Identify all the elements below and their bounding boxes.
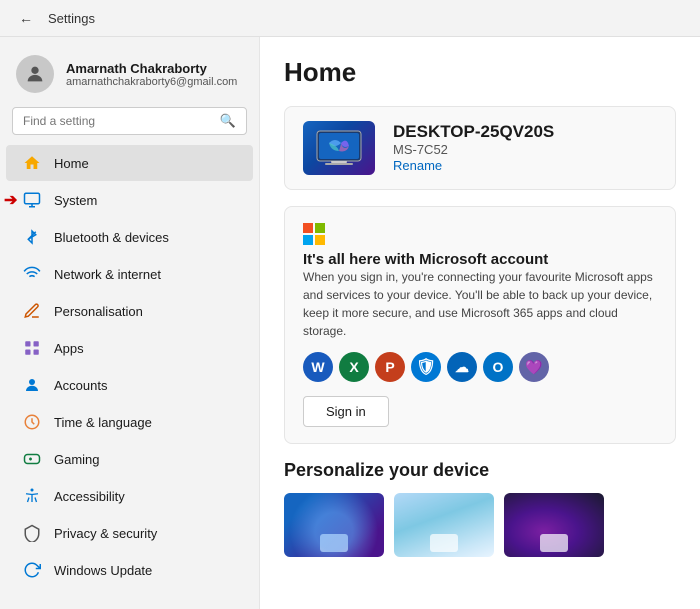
titlebar: ← Settings (0, 0, 700, 37)
sidebar-item-personalisation[interactable]: Personalisation (6, 293, 253, 329)
user-section[interactable]: Amarnath Chakraborty amarnathchakraborty… (0, 45, 259, 107)
update-icon (22, 560, 42, 580)
sidebar-item-label-time: Time & language (54, 415, 152, 430)
user-info: Amarnath Chakraborty amarnathchakraborty… (66, 61, 237, 88)
signin-button[interactable]: Sign in (303, 396, 389, 427)
sidebar-item-system[interactable]: ➔ System (6, 182, 253, 218)
back-button[interactable]: ← (14, 8, 38, 28)
sidebar-item-label-apps: Apps (54, 341, 84, 356)
main-content: Home DESKTOP-25QV20S MS- (260, 37, 700, 609)
apps-icon (22, 338, 42, 358)
bluetooth-icon (22, 227, 42, 247)
system-icon (22, 190, 42, 210)
time-icon (22, 412, 42, 432)
sidebar-item-time[interactable]: Time & language (6, 404, 253, 440)
sidebar-item-label-accessibility: Accessibility (54, 489, 125, 504)
sidebar-item-network[interactable]: Network & internet (6, 256, 253, 292)
sidebar-item-accounts[interactable]: Accounts (6, 367, 253, 403)
search-bar[interactable]: 🔍 (12, 107, 247, 135)
device-model: MS-7C52 (393, 142, 554, 157)
privacy-icon (22, 523, 42, 543)
arrow-indicator: ➔ (4, 190, 17, 210)
sidebar-item-label-privacy: Privacy & security (54, 526, 157, 541)
search-input[interactable] (23, 114, 214, 128)
ms-apps-row: W X P 🛡 ☁ O 💜 (303, 352, 657, 382)
sidebar-item-label-update: Windows Update (54, 563, 152, 578)
sidebar-item-label-accounts: Accounts (54, 378, 107, 393)
personalize-section: Personalize your device (284, 460, 676, 557)
sidebar-item-apps[interactable]: Apps (6, 330, 253, 366)
home-icon (22, 153, 42, 173)
sidebar-item-label-home: Home (54, 156, 89, 171)
search-icon: 🔍 (220, 113, 236, 129)
sidebar-item-label-network: Network & internet (54, 267, 161, 282)
device-card: DESKTOP-25QV20S MS-7C52 Rename (284, 106, 676, 190)
nav-list: Home ➔ System Bluetooth & devices Network & … (0, 145, 259, 588)
personalisation-icon (22, 301, 42, 321)
sidebar-item-privacy[interactable]: Privacy & security (6, 515, 253, 551)
sidebar-item-update[interactable]: Windows Update (6, 552, 253, 588)
wallpaper-row (284, 493, 676, 557)
device-name: DESKTOP-25QV20S (393, 122, 554, 142)
onedrive-icon: ☁ (447, 352, 477, 382)
sidebar-item-label-personalisation: Personalisation (54, 304, 143, 319)
ms-card-header (303, 223, 657, 245)
microsoft-logo (303, 223, 325, 245)
sidebar: Amarnath Chakraborty amarnathchakraborty… (0, 37, 260, 609)
sidebar-item-label-gaming: Gaming (54, 452, 100, 467)
ms-card-title: It's all here with Microsoft account (303, 251, 657, 268)
excel-icon: X (339, 352, 369, 382)
titlebar-title: Settings (48, 11, 95, 26)
device-thumbnail (303, 121, 375, 175)
sidebar-item-home[interactable]: Home (6, 145, 253, 181)
wallpaper-thumb-2[interactable] (394, 493, 494, 557)
rename-link[interactable]: Rename (393, 158, 442, 173)
sidebar-item-accessibility[interactable]: Accessibility (6, 478, 253, 514)
user-email: amarnathchakraborty6@gmail.com (66, 76, 237, 88)
sidebar-item-bluetooth[interactable]: Bluetooth & devices (6, 219, 253, 255)
user-name: Amarnath Chakraborty (66, 61, 237, 76)
avatar (16, 55, 54, 93)
powerpoint-icon: P (375, 352, 405, 382)
sidebar-item-label-bluetooth: Bluetooth & devices (54, 230, 169, 245)
outlook-icon: O (483, 352, 513, 382)
ms-account-card: It's all here with Microsoft account Whe… (284, 206, 676, 444)
teams-icon: 💜 (519, 352, 549, 382)
sidebar-item-label-system: System (54, 193, 97, 208)
defender-icon: 🛡 (411, 352, 441, 382)
wallpaper-thumb-3[interactable] (504, 493, 604, 557)
gaming-icon (22, 449, 42, 469)
device-info: DESKTOP-25QV20S MS-7C52 Rename (393, 122, 554, 175)
accessibility-icon (22, 486, 42, 506)
page-title: Home (284, 57, 676, 88)
wallpaper-thumb-1[interactable] (284, 493, 384, 557)
ms-card-desc: When you sign in, you're connecting your… (303, 268, 657, 340)
network-icon (22, 264, 42, 284)
accounts-icon (22, 375, 42, 395)
sidebar-item-gaming[interactable]: Gaming (6, 441, 253, 477)
word-icon: W (303, 352, 333, 382)
personalize-title: Personalize your device (284, 460, 676, 481)
